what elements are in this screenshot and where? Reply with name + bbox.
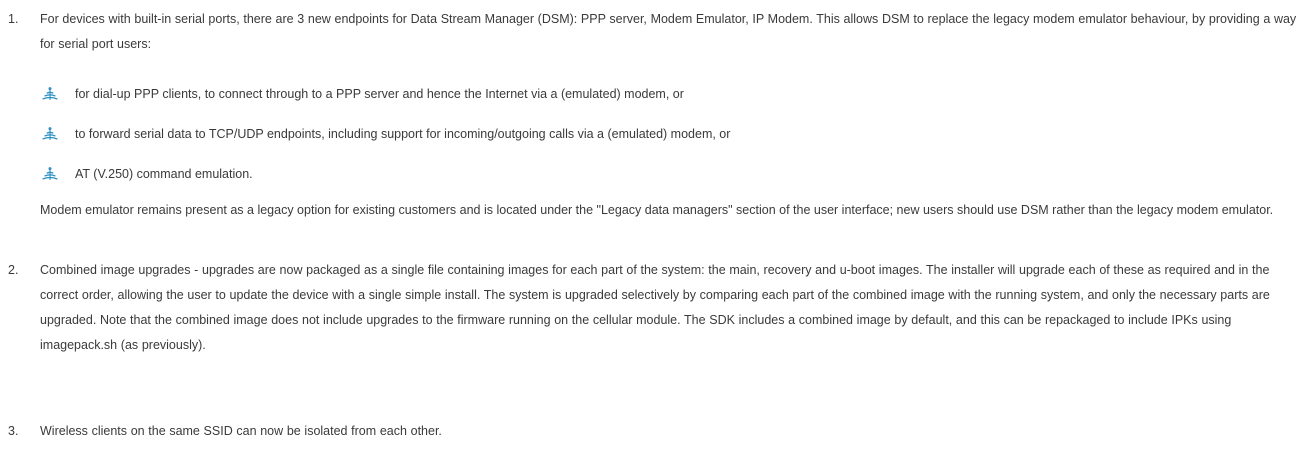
bullet-text: for dial-up PPP clients, to connect thro… [75,87,684,101]
item-text: Combined image upgrades - upgrades are n… [40,263,1270,352]
item-note: Modem emulator remains present as a lega… [40,203,1274,217]
release-notes-list: 1. For devices with built-in serial port… [0,0,1314,459]
wifi-signal-icon [42,127,58,140]
bullet-item-3: AT (V.250) command emulation. [0,162,1314,187]
bullet-text: AT (V.250) command emulation. [75,167,253,181]
bullet-item-2: to forward serial data to TCP/UDP endpoi… [0,122,1314,147]
wifi-signal-icon [42,87,58,100]
item-number: 2. [8,263,19,277]
wifi-signal-icon [42,167,58,180]
item-text: Wireless clients on the same SSID can no… [40,424,442,438]
bullet-text: to forward serial data to TCP/UDP endpoi… [75,127,731,141]
item-number: 1. [8,12,19,26]
bullet-item-1: for dial-up PPP clients, to connect thro… [0,82,1314,107]
item-number: 3. [8,424,19,438]
item-text: For devices with built-in serial ports, … [40,12,1297,51]
